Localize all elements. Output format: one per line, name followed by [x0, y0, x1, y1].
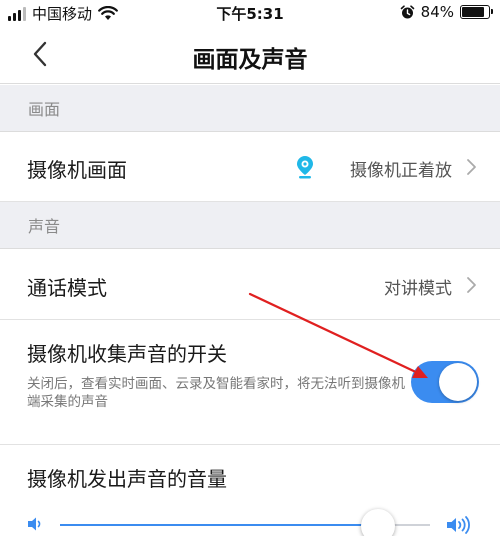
- battery-percent: 84%: [420, 3, 454, 21]
- volume-slider-handle[interactable]: [361, 509, 396, 536]
- toggle-knob: [439, 363, 477, 401]
- page-title: 画面及声音: [192, 47, 308, 73]
- battery-fill: [462, 7, 484, 17]
- chevron-right-icon: [467, 277, 476, 293]
- camera-view-label: 摄像机画面: [27, 158, 127, 182]
- collect-sound-description: 关闭后，查看实时画面、云录及智能看家时，将无法听到摄像机端采集的声音: [27, 376, 405, 410]
- section-header-picture: 画面: [0, 85, 500, 132]
- volume-slider-fill: [60, 524, 379, 526]
- volume-high-icon: [447, 516, 470, 534]
- camera-view-row[interactable]: 摄像机画面 摄像机正着放: [0, 132, 500, 202]
- status-right: 84%: [400, 3, 493, 21]
- volume-row: 摄像机发出声音的音量: [0, 445, 500, 536]
- call-mode-value: 对讲模式: [384, 279, 452, 299]
- chevron-right-icon: [467, 159, 476, 175]
- call-mode-row[interactable]: 通话模式 对讲模式: [0, 249, 500, 320]
- section-header-sound-label: 声音: [28, 217, 61, 236]
- camera-location-icon: [297, 156, 313, 179]
- alarm-icon: [400, 4, 414, 18]
- status-bar: 中国移动 下午5:31 84%: [0, 0, 500, 26]
- nav-bar: 画面及声音: [0, 26, 500, 84]
- volume-low-icon: [28, 517, 41, 531]
- volume-label: 摄像机发出声音的音量: [27, 467, 227, 491]
- section-header-picture-label: 画面: [28, 100, 61, 119]
- camera-view-value: 摄像机正着放: [350, 161, 452, 181]
- call-mode-label: 通话模式: [27, 276, 107, 300]
- collect-sound-label: 摄像机收集声音的开关: [27, 342, 227, 366]
- battery-icon: [460, 5, 493, 19]
- collect-sound-toggle[interactable]: [411, 361, 479, 403]
- section-header-sound: 声音: [0, 202, 500, 249]
